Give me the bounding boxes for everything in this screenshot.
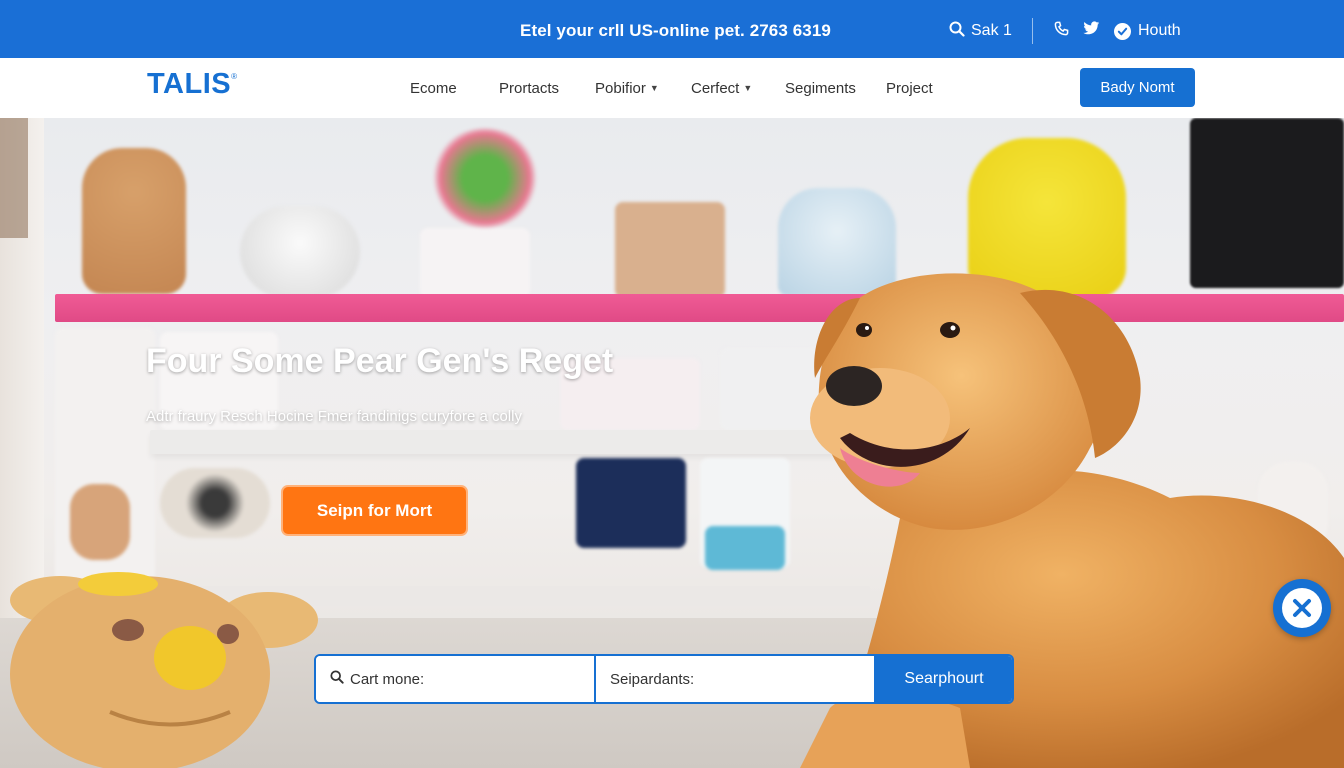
phone-icon[interactable] [1054, 21, 1069, 41]
nav-item-ecome[interactable]: Ecome [410, 80, 499, 97]
user-circle-icon [1114, 22, 1131, 40]
hero-title: Four Some Pear Gen's Reget [146, 342, 614, 380]
search-field-1[interactable] [316, 656, 596, 702]
search-input-primary[interactable] [350, 670, 580, 688]
food-bags [576, 458, 686, 548]
search-field-2[interactable] [596, 656, 876, 702]
hero-section: Four Some Pear Gen's Reget Adtr fraury R… [0, 118, 1344, 768]
nav-item-label: Project [886, 79, 933, 97]
white-shelf-upper [150, 430, 840, 454]
primary-nav: Ecome Prortacts Pobifior ▼ Cerfect ▼ Seg… [410, 58, 956, 118]
teddy-bear-toy [82, 148, 186, 294]
account-link[interactable]: Houth [1114, 22, 1181, 40]
plush-pig-toy [0, 562, 320, 768]
hero-subtitle: Adtr fraury Resch Hocine Fmer fandinigs … [146, 408, 522, 425]
nav-item-label: Ecome [410, 79, 457, 97]
twitter-icon[interactable] [1083, 21, 1100, 41]
topbar-contacts: Houth [1054, 19, 1181, 43]
topbar-divider [1032, 18, 1033, 44]
nav-item-label: Prortacts [499, 79, 560, 97]
search-icon [330, 670, 344, 688]
brand-logo[interactable]: TALIS® [147, 68, 238, 101]
flower-pot [420, 228, 530, 298]
main-navbar: TALIS® Ecome Prortacts Pobifior ▼ Cerfec… [0, 58, 1344, 118]
top-search-link[interactable]: Sak 1 [949, 19, 1012, 43]
promo-text: Etel your crll US-online pet. 2763 6319 [520, 21, 831, 40]
flower-plant [430, 128, 540, 228]
pug-plush-toy [160, 468, 270, 538]
hero-search-bar: Searphourt [314, 654, 1014, 704]
nav-item-label: Pobifior [595, 79, 646, 97]
nav-item-label: Segiments [785, 79, 856, 97]
search-link-label: Sak 1 [971, 22, 1012, 39]
nav-item-prortacts[interactable]: Prortacts [499, 80, 595, 97]
nav-item-cerfect[interactable]: Cerfect ▼ [691, 80, 785, 97]
top-promo-bar: Etel your crll US-online pet. 2763 6319 … [0, 0, 1344, 58]
small-bear-toy [70, 484, 130, 560]
nav-item-label: Cerfect [691, 79, 740, 97]
chevron-down-icon: ▼ [743, 83, 753, 93]
blue-label-box [705, 526, 785, 570]
header-cta-button[interactable]: Bady Nomt [1080, 68, 1195, 107]
search-submit-button[interactable]: Searphourt [876, 656, 1012, 702]
nav-item-project[interactable]: Project [886, 80, 956, 97]
chevron-down-icon: ▼ [649, 83, 659, 93]
nav-item-segiments[interactable]: Segiments [785, 80, 886, 97]
close-icon [1282, 588, 1322, 628]
hero-cta-button[interactable]: Seipn for Mort [281, 485, 468, 536]
panda-toy [240, 206, 360, 298]
nav-item-pobifior[interactable]: Pobifior ▼ [595, 80, 691, 97]
search-icon [949, 21, 965, 42]
logo-registered-mark: ® [231, 72, 238, 81]
logo-text: TALIS [147, 68, 232, 100]
dog-picture-frame [615, 202, 725, 298]
search-input-secondary[interactable] [610, 670, 840, 688]
account-label: Houth [1138, 22, 1181, 39]
floating-close-button[interactable] [1273, 579, 1331, 637]
